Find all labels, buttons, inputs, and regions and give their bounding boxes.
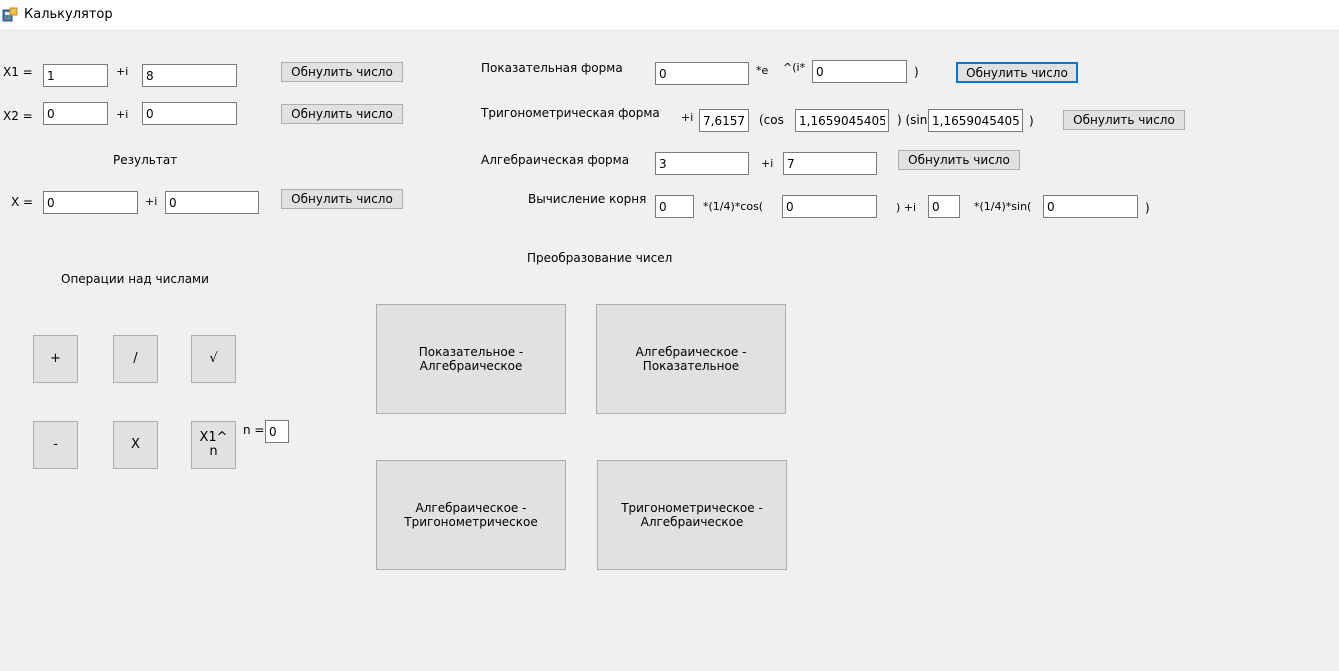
x1-i-label: +i — [116, 65, 129, 78]
alg-to-exp-button[interactable]: Алгебраическое - Показательное — [596, 304, 786, 414]
trigonometric-cos-input[interactable] — [795, 109, 889, 132]
power-button[interactable]: X1^ n — [191, 421, 236, 469]
root-coef-input[interactable] — [655, 195, 694, 218]
algebraic-imag-input[interactable] — [783, 152, 877, 175]
result-x-label: X = — [11, 195, 34, 209]
trigonometric-sin-input[interactable] — [928, 109, 1023, 132]
result-real-input[interactable] — [43, 191, 138, 214]
x1-imag-input[interactable] — [142, 64, 237, 87]
root-sin-label: *(1/4)*sin( — [974, 200, 1032, 213]
add-button[interactable]: + — [33, 335, 78, 383]
x1-reset-button[interactable]: Обнулить число — [281, 62, 403, 82]
x1-label: X1 = — [3, 65, 33, 79]
result-reset-button[interactable]: Обнулить число — [281, 189, 403, 209]
root-sin-input[interactable] — [1043, 195, 1138, 218]
exponential-form-label: Показательная форма — [481, 61, 623, 75]
exponential-power-label: ^(i* — [783, 61, 806, 74]
exponential-e-label: *e — [756, 64, 769, 77]
x1-real-input[interactable] — [43, 64, 108, 87]
conversions-heading: Преобразование чисел — [527, 251, 673, 265]
trigonometric-cos-label: (cos — [759, 113, 784, 127]
subtract-button[interactable]: - — [33, 421, 78, 469]
exponential-angle-input[interactable] — [812, 60, 907, 83]
root-cos-label: *(1/4)*cos( — [703, 200, 764, 213]
root-close-paren: ) — [1145, 201, 1150, 215]
root-plus-i-label: ) +i — [896, 201, 917, 214]
exp-to-alg-button[interactable]: Показательное - Алгебраическое — [376, 304, 566, 414]
algebraic-real-input[interactable] — [655, 152, 749, 175]
calculator-app-icon — [2, 7, 18, 22]
result-i-label: +i — [145, 195, 158, 208]
alg-to-trig-button[interactable]: Алгебраическое - Тригонометрическое — [376, 460, 566, 570]
operations-heading: Операции над числами — [61, 272, 209, 286]
root-cos-input[interactable] — [782, 195, 877, 218]
exponential-modulus-input[interactable] — [655, 62, 749, 85]
divide-button[interactable]: / — [113, 335, 158, 383]
n-label: n = — [243, 423, 265, 437]
n-input[interactable] — [265, 420, 289, 443]
algebraic-form-label: Алгебраическая форма — [481, 153, 630, 167]
exponential-reset-button[interactable]: Обнулить число — [956, 62, 1078, 83]
algebraic-i-label: +i — [761, 157, 774, 170]
sqrt-button[interactable]: √ — [191, 335, 236, 383]
result-heading: Результат — [113, 153, 178, 167]
trig-to-alg-button[interactable]: Тригонометрическое - Алгебраическое — [597, 460, 787, 570]
title-bar: Калькулятор — [0, 0, 1339, 31]
trigonometric-reset-button[interactable]: Обнулить число — [1063, 110, 1185, 130]
root-calculation-label: Вычисление корня — [528, 192, 647, 206]
trigonometric-form-label: Тригонометрическая форма — [481, 106, 660, 120]
x2-label: X2 = — [3, 109, 33, 123]
algebraic-reset-button[interactable]: Обнулить число — [898, 150, 1020, 170]
root-coef2-input[interactable] — [928, 195, 960, 218]
trigonometric-sin-label: ) (sin — [897, 113, 928, 127]
trigonometric-close-paren: ) — [1029, 114, 1034, 128]
trigonometric-modulus-input[interactable] — [699, 109, 749, 132]
x2-reset-button[interactable]: Обнулить число — [281, 104, 403, 124]
multiply-button[interactable]: X — [113, 421, 158, 469]
result-imag-input[interactable] — [165, 191, 259, 214]
x2-i-label: +i — [116, 108, 129, 121]
exponential-close-paren: ) — [914, 65, 919, 79]
window-title: Калькулятор — [24, 7, 113, 22]
x2-imag-input[interactable] — [142, 102, 237, 125]
trigonometric-plus-i-label: +i — [681, 111, 694, 124]
x2-real-input[interactable] — [43, 102, 108, 125]
